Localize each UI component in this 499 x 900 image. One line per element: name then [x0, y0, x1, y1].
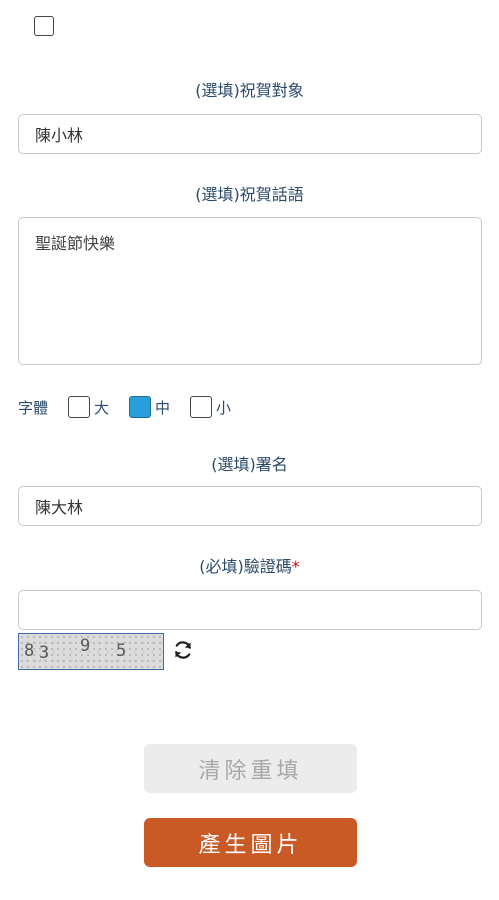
captcha-image: 8 3 9 5 [18, 633, 164, 670]
font-size-label: 字體 [18, 398, 49, 417]
captcha-char: 8 [24, 641, 37, 661]
font-size-option-small[interactable]: 小 [190, 396, 231, 418]
font-size-small-label: 小 [216, 398, 232, 417]
refresh-icon[interactable] [172, 639, 194, 661]
captcha-char: 9 [80, 636, 93, 656]
font-size-option-large[interactable]: 大 [68, 396, 109, 418]
captcha-char: 3 [39, 643, 52, 663]
signature-label: (選填)署名 [211, 455, 288, 474]
font-size-option-medium[interactable]: 中 [129, 396, 170, 418]
font-size-medium-label: 中 [155, 398, 171, 417]
required-mark: * [291, 557, 300, 576]
font-size-group: 字體 大 中 小 [18, 394, 251, 420]
font-size-large-checkbox[interactable] [68, 396, 91, 418]
captcha-label-text: (必填)驗證碼 [199, 557, 292, 576]
message-textarea[interactable]: 聖誕節快樂 [18, 217, 482, 365]
captcha-label: (必填)驗證碼* [0, 553, 499, 577]
recipient-label: (選填)祝賀對象 [195, 81, 304, 100]
message-label: (選填)祝賀話語 [195, 185, 304, 204]
generate-image-button[interactable]: 產生圖片 [144, 818, 357, 867]
captcha-char: 5 [116, 641, 129, 661]
font-size-medium-checkbox[interactable] [129, 396, 152, 418]
font-size-large-label: 大 [94, 398, 110, 417]
signature-input[interactable] [18, 486, 482, 526]
top-checkbox[interactable] [34, 16, 54, 36]
captcha-input[interactable] [18, 590, 482, 630]
font-size-small-checkbox[interactable] [190, 396, 213, 418]
recipient-input[interactable] [18, 114, 482, 154]
clear-button[interactable]: 清除重填 [144, 744, 357, 793]
